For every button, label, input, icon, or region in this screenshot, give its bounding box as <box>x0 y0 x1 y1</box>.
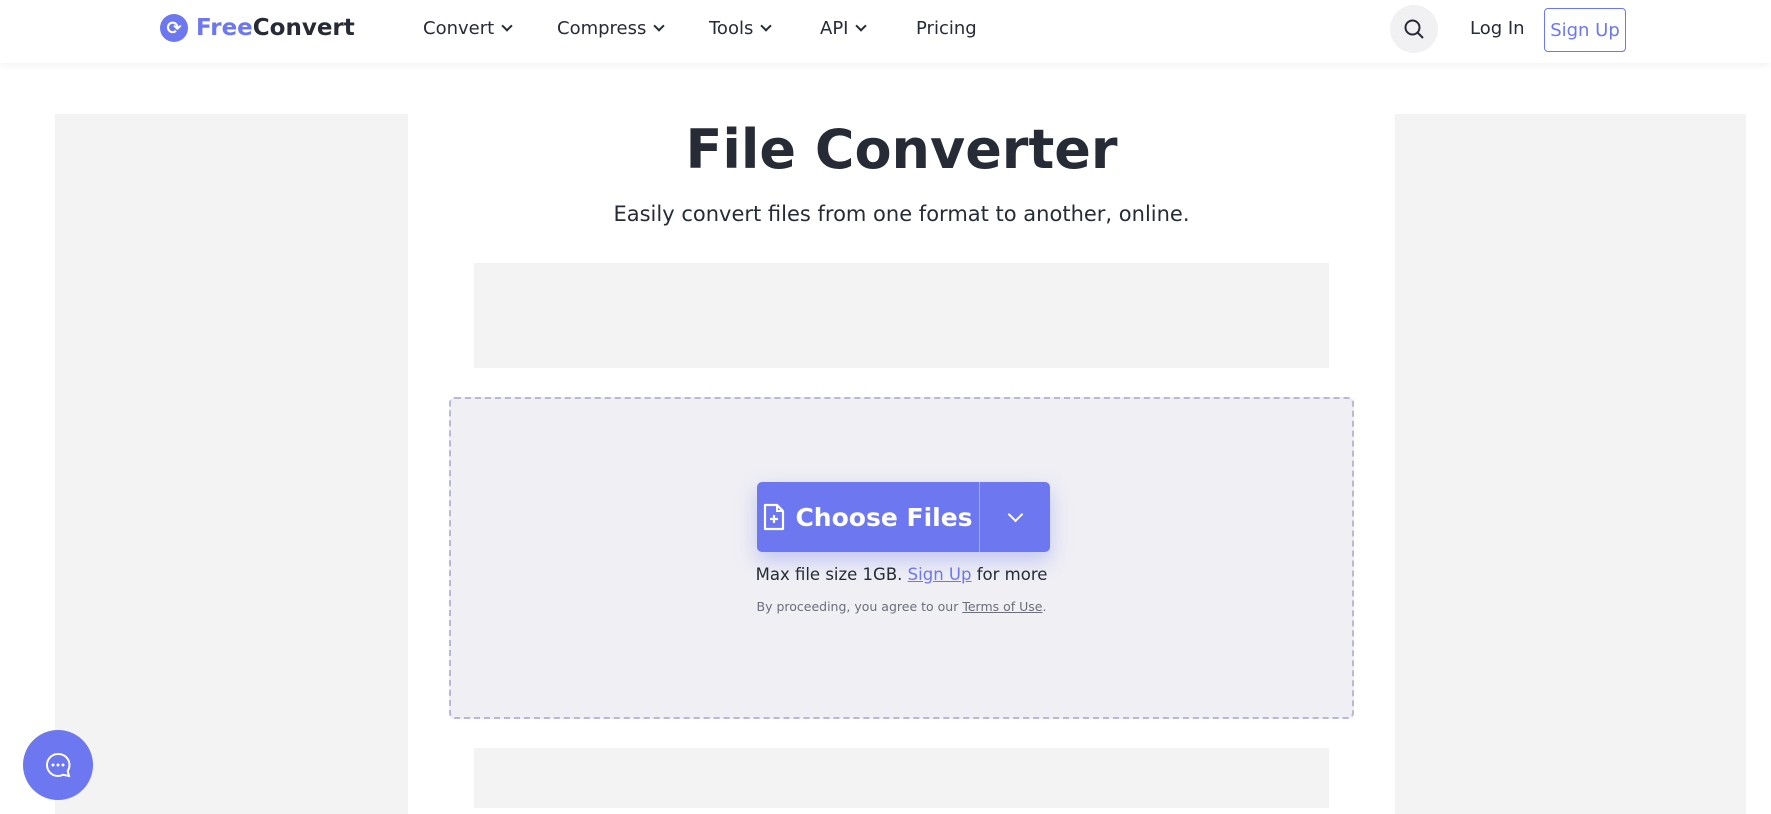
max-file-size-text: Max file size 1GB. Sign Up for more <box>451 565 1352 584</box>
nav-label: API <box>820 18 849 39</box>
terms-prefix: By proceeding, you agree to our <box>756 599 959 614</box>
nav-convert[interactable]: Convert <box>423 18 513 39</box>
file-dropzone[interactable]: Choose Files Max file size 1GB. Sign Up … <box>449 397 1354 719</box>
right-ad-panel <box>1395 114 1746 814</box>
max-suffix: for more <box>976 565 1048 584</box>
chat-button[interactable] <box>23 730 93 800</box>
top-ad-slot <box>474 263 1329 368</box>
signup-link[interactable]: Sign Up <box>908 565 972 584</box>
page-subtitle: Easily convert files from one format to … <box>613 202 1190 226</box>
chevron-down-icon <box>760 20 773 32</box>
signup-button[interactable]: Sign Up <box>1544 8 1626 52</box>
nav-label: Tools <box>709 18 754 39</box>
terms-link[interactable]: Terms of Use <box>962 599 1042 614</box>
login-link[interactable]: Log In <box>1470 18 1525 39</box>
choose-files-button-group: Choose Files <box>757 482 1050 552</box>
chevron-down-icon <box>501 20 513 32</box>
max-prefix: Max file size 1GB. <box>755 565 903 584</box>
nav-compress[interactable]: Compress <box>557 18 666 39</box>
terms-suffix: . <box>1042 599 1047 614</box>
convert-logo-icon: ⟳ <box>160 14 188 42</box>
file-add-icon <box>764 503 785 531</box>
chat-bubble-icon <box>46 752 71 778</box>
page-title: File Converter <box>685 118 1118 181</box>
nav-label: Pricing <box>916 18 977 39</box>
logo-text-convert: Convert <box>252 15 355 41</box>
upload-source-dropdown[interactable] <box>980 482 1050 552</box>
search-button[interactable] <box>1390 5 1438 53</box>
nav-api[interactable]: API <box>820 18 868 39</box>
bottom-ad-slot <box>474 748 1329 808</box>
nav-tools[interactable]: Tools <box>709 18 773 39</box>
header: ⟳ FreeConvert Convert Compress Tools API… <box>0 0 1771 63</box>
search-icon <box>1404 19 1424 39</box>
logo[interactable]: ⟳ FreeConvert <box>160 14 355 42</box>
chevron-down-icon <box>653 20 666 32</box>
nav-label: Convert <box>423 18 495 39</box>
nav-label: Compress <box>557 18 647 39</box>
choose-files-button[interactable]: Choose Files <box>757 482 980 552</box>
chevron-down-icon <box>855 20 868 32</box>
nav-pricing[interactable]: Pricing <box>916 18 977 39</box>
terms-text: By proceeding, you agree to our Terms of… <box>451 599 1352 614</box>
choose-files-label: Choose Files <box>795 502 973 532</box>
left-ad-panel <box>55 114 408 814</box>
logo-text-free: Free <box>196 15 253 41</box>
chevron-down-icon <box>1007 506 1023 522</box>
